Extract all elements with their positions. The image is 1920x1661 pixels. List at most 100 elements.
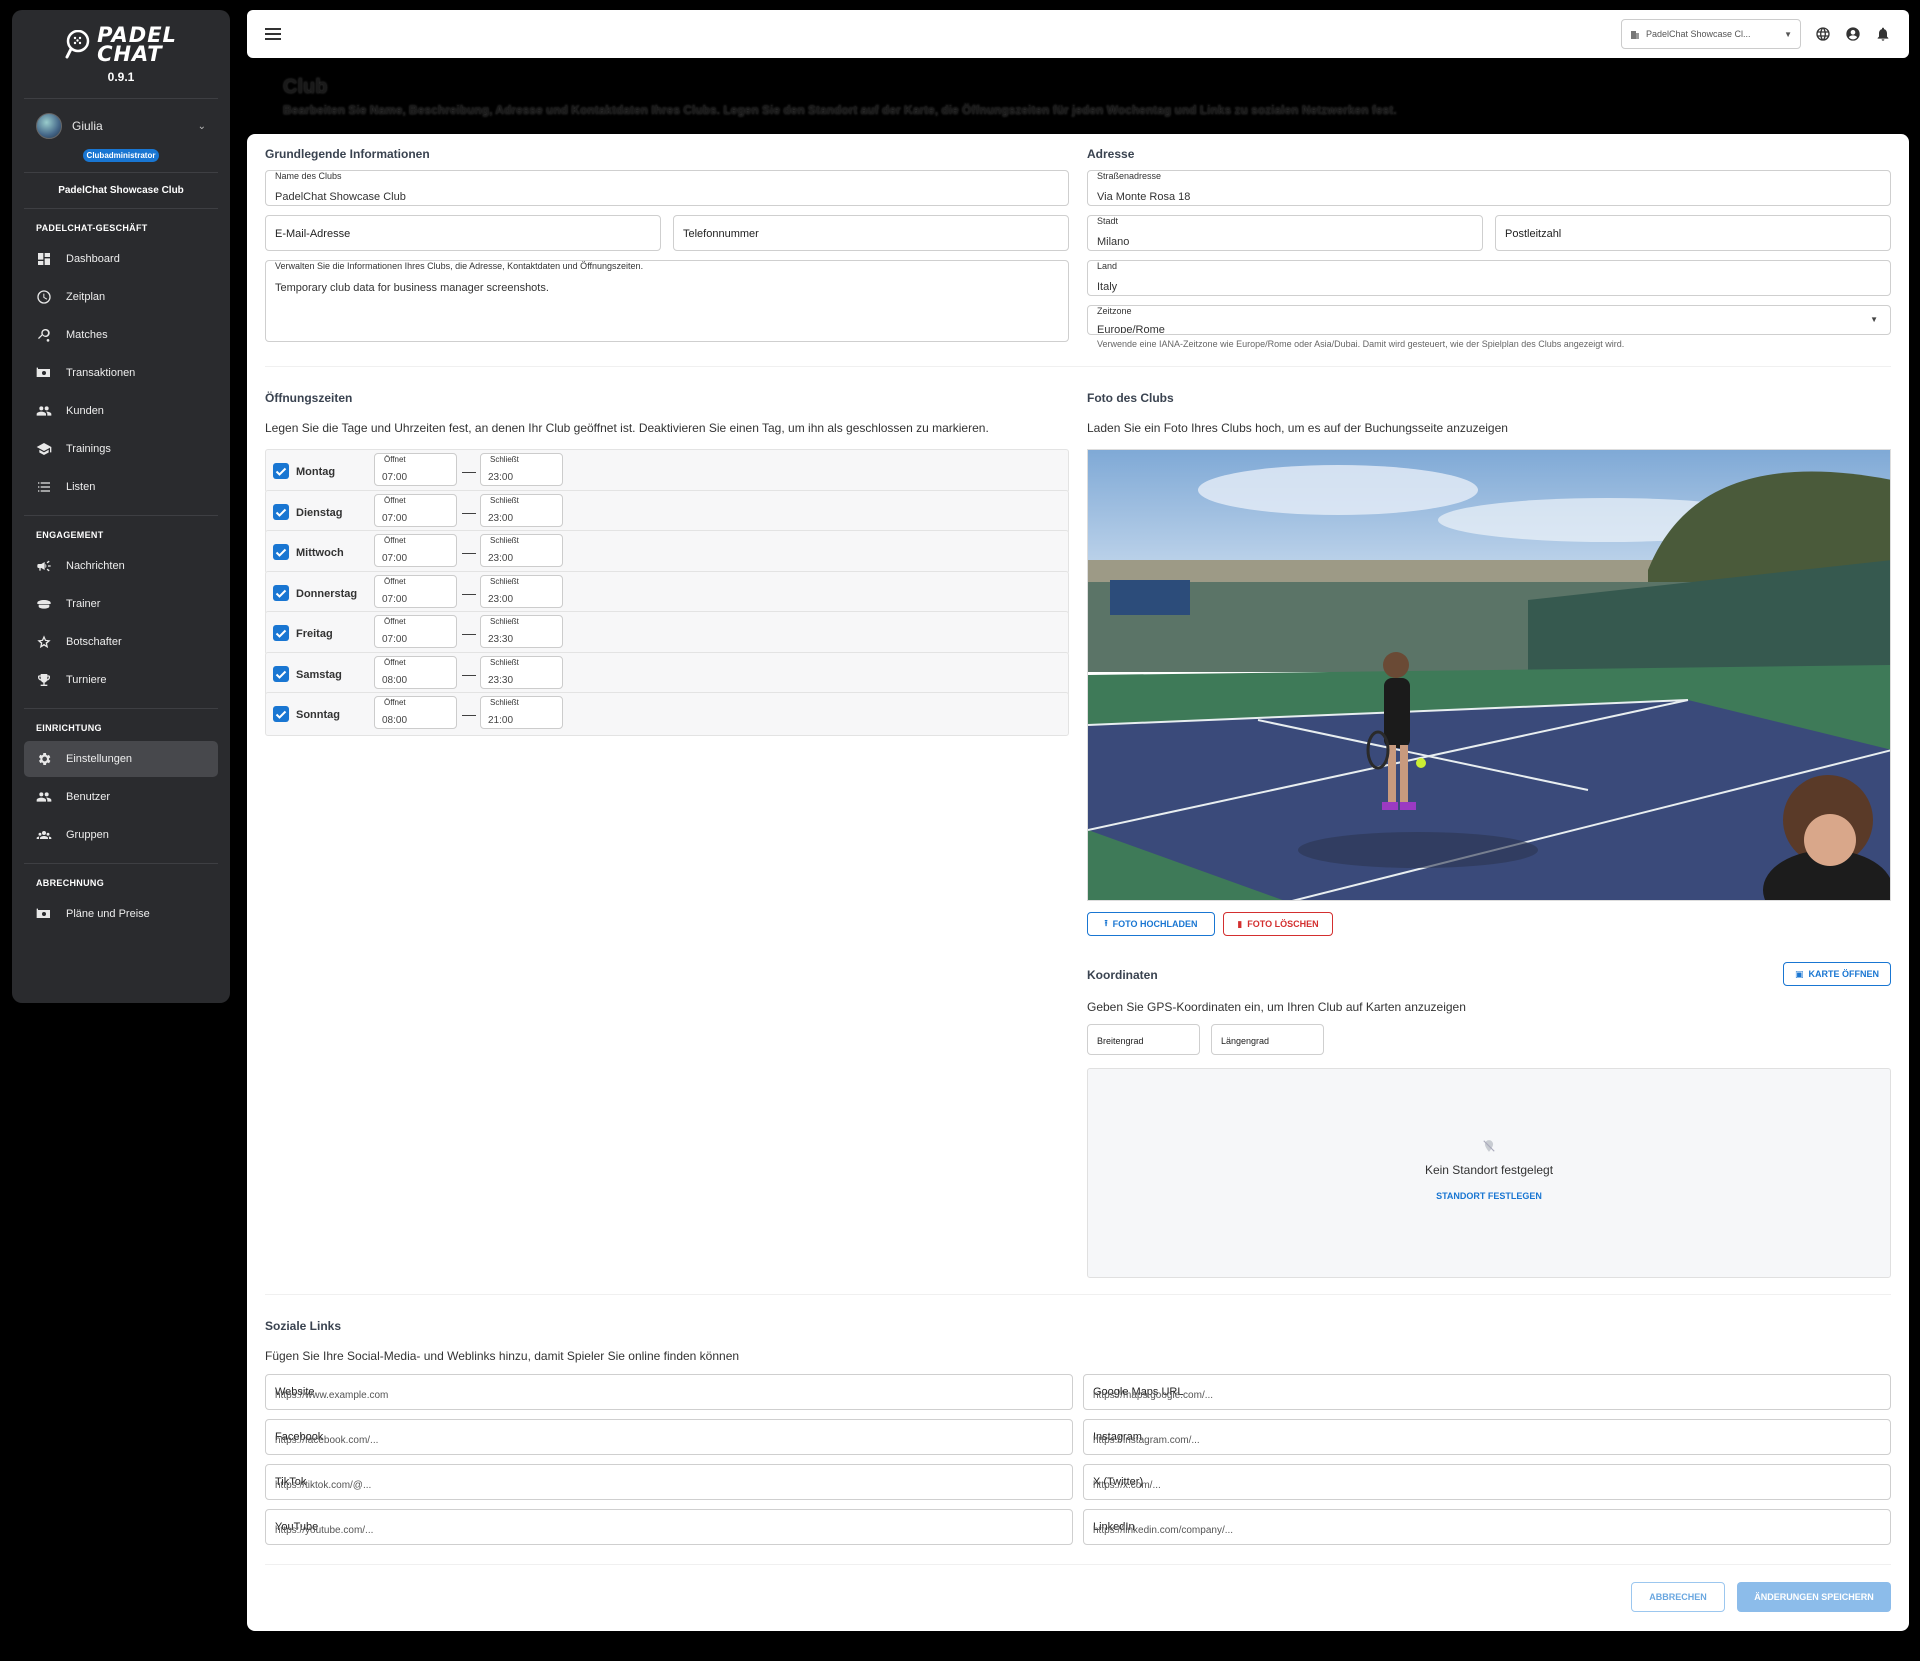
day-enabled-checkbox[interactable] (273, 503, 289, 520)
globe-icon[interactable] (1815, 26, 1831, 42)
sidebar-item-listen[interactable]: Listen (24, 469, 218, 505)
day-enabled-checkbox[interactable] (273, 584, 289, 601)
open-time-label: Öffnet (384, 576, 406, 586)
close-time-value: 23:00 (488, 593, 514, 602)
day-name: Sonntag (296, 709, 340, 721)
app-version: 0.9.1 (107, 70, 135, 84)
sidebar-item-benutzer[interactable]: Benutzer (24, 779, 218, 815)
bell-icon[interactable] (1875, 26, 1891, 42)
day-name: Samstag (296, 668, 342, 681)
cancel-button[interactable]: ABBRECHEN (1631, 1582, 1725, 1612)
users-icon (36, 789, 52, 805)
open-time-field[interactable]: Öffnet 07:00 (374, 615, 457, 648)
dropdown-arrow-icon: ▼ (1784, 29, 1792, 39)
city-field[interactable]: Stadt Milano (1087, 215, 1483, 251)
social-instagram-field[interactable]: Instagram https://instagram.com/... (1083, 1419, 1891, 1455)
phone-field[interactable]: Telefonnummer (673, 215, 1069, 251)
sidebar-item-trainer[interactable]: Trainer (24, 586, 218, 622)
social-youtube-field[interactable]: YouTube https://youtube.com/... (265, 1509, 1073, 1545)
close-time-value: 23:00 (488, 512, 514, 521)
whistle-icon (36, 596, 52, 612)
sidebar-item-label: Listen (66, 481, 96, 493)
day-enabled-checkbox[interactable] (273, 665, 289, 682)
club-selector[interactable]: PadelChat Showcase Cl... ▼ (1621, 19, 1801, 49)
country-field[interactable]: Land Italy (1087, 260, 1891, 296)
sidebar-item-transaktionen[interactable]: Transaktionen (24, 355, 218, 391)
sidebar-item-dashboard[interactable]: Dashboard (24, 241, 218, 277)
open-map-button[interactable]: ▣ KARTE ÖFFNEN (1783, 962, 1891, 986)
close-time-field[interactable]: Schließt 23:00 (480, 493, 563, 527)
chevron-down-icon[interactable]: ⌄ (198, 121, 206, 132)
open-time-field[interactable]: Öffnet 08:00 (374, 655, 457, 689)
latitude-placeholder: Breitengrad (1097, 1036, 1144, 1046)
menu-icon[interactable] (265, 28, 281, 40)
latitude-field[interactable]: Breitengrad (1087, 1024, 1200, 1055)
open-time-value: 08:00 (382, 715, 408, 723)
day-enabled-checkbox[interactable] (273, 625, 289, 641)
open-time-field[interactable]: Öffnet 08:00 (374, 696, 457, 729)
close-time-label: Schließt (490, 455, 519, 464)
day-enabled-checkbox[interactable] (273, 706, 289, 722)
user-menu[interactable]: Giulia ⌄ (12, 113, 230, 139)
zip-field[interactable]: Postleitzahl (1495, 215, 1891, 251)
logo-line-2: CHAT (97, 42, 163, 66)
street-field[interactable]: Straßenadresse Via Monte Rosa 18 (1087, 170, 1891, 206)
account-icon[interactable] (1845, 26, 1861, 42)
sidebar-item-turniere[interactable]: Turniere (24, 662, 218, 698)
close-time-value: 23:30 (488, 634, 514, 642)
longitude-field[interactable]: Längengrad (1211, 1024, 1324, 1055)
timezone-select[interactable]: Zeitzone Europe/Rome ▼ (1087, 305, 1891, 335)
close-time-label: Schließt (490, 576, 519, 586)
day-enabled-checkbox[interactable] (273, 463, 289, 479)
close-time-field[interactable]: Schließt 23:00 (480, 574, 563, 608)
sidebar-item-pläne-und-preise[interactable]: Pläne und Preise (24, 896, 218, 932)
open-time-value: 07:00 (382, 512, 408, 521)
open-time-field[interactable]: Öffnet 07:00 (374, 453, 457, 486)
social-website-field[interactable]: Website https://www.example.com (265, 1374, 1073, 1410)
save-button[interactable]: ÄNDERUNGEN SPEICHERN (1737, 1582, 1891, 1612)
social-tiktok-field[interactable]: TikTok https://tiktok.com/@... (265, 1464, 1073, 1500)
sidebar-item-einstellungen[interactable]: Einstellungen (24, 741, 218, 777)
open-time-value: 07:00 (382, 593, 408, 602)
close-time-field[interactable]: Schließt 23:00 (480, 453, 563, 486)
sidebar-item-trainings[interactable]: Trainings (24, 431, 218, 467)
email-field[interactable]: E-Mail-Adresse (265, 215, 661, 251)
open-time-field[interactable]: Öffnet 07:00 (374, 574, 457, 608)
photo-description: Laden Sie ein Foto Ihres Clubs hoch, um … (1087, 421, 1508, 435)
close-time-field[interactable]: Schließt 23:00 (480, 534, 563, 567)
sidebar-item-matches[interactable]: Matches (24, 317, 218, 353)
day-name: Donnerstag (296, 587, 358, 600)
social-linkedin-field[interactable]: LinkedIn https://linkedin.com/company/... (1083, 1509, 1891, 1545)
description-field[interactable]: Verwalten Sie die Informationen Ihres Cl… (265, 260, 1069, 342)
open-time-label: Öffnet (384, 698, 406, 707)
social-x-twitter-field[interactable]: X (Twitter) https://x.com/... (1083, 1464, 1891, 1500)
close-time-field[interactable]: Schließt 23:30 (480, 615, 563, 648)
club-name-field[interactable]: Name des Clubs PadelChat Showcase Club (265, 170, 1069, 206)
upload-icon: ⭱ (1104, 918, 1108, 928)
sidebar-item-label: Einstellungen (66, 753, 133, 765)
hours-row: Montag Öffnet 07:00 — Schließt 23:00 (265, 449, 1069, 493)
sidebar-item-label: Gruppen (66, 829, 109, 841)
sidebar-item-zeitplan[interactable]: Zeitplan (24, 279, 218, 315)
set-location-button[interactable]: STANDORT FESTLEGEN (1088, 1191, 1890, 1201)
country-value: Italy (1097, 281, 1118, 293)
social-facebook-field[interactable]: Facebook https://facebook.com/... (265, 1419, 1073, 1455)
coords-description: Geben Sie GPS-Koordinaten ein, um Ihren … (1087, 1000, 1466, 1014)
close-time-field[interactable]: Schließt 23:30 (480, 655, 563, 689)
open-time-field[interactable]: Öffnet 07:00 (374, 493, 457, 527)
social-google-maps-url-field[interactable]: Google Maps URL https://maps.google.com/.… (1083, 1374, 1891, 1410)
hours-title: Öffnungszeiten (265, 391, 353, 405)
day-enabled-checkbox[interactable] (273, 544, 289, 560)
sidebar-item-botschafter[interactable]: Botschafter (24, 624, 218, 660)
open-time-field[interactable]: Öffnet 07:00 (374, 534, 457, 567)
money-icon (36, 365, 52, 381)
sidebar-item-gruppen[interactable]: Gruppen (24, 817, 218, 853)
logo: PADEL CHAT 0.9.1 (12, 25, 230, 84)
timezone-label: Zeitzone (1097, 306, 1132, 316)
upload-photo-button[interactable]: ⭱ FOTO HOCHLADEN (1087, 912, 1215, 936)
close-time-field[interactable]: Schließt 21:00 (480, 696, 563, 729)
sidebar-item-nachrichten[interactable]: Nachrichten (24, 548, 218, 584)
sidebar-item-kunden[interactable]: Kunden (24, 393, 218, 429)
club-settings-card: Grundlegende Informationen Name des Club… (247, 134, 1909, 1631)
delete-photo-button[interactable]: ▮ FOTO LÖSCHEN (1223, 912, 1333, 936)
